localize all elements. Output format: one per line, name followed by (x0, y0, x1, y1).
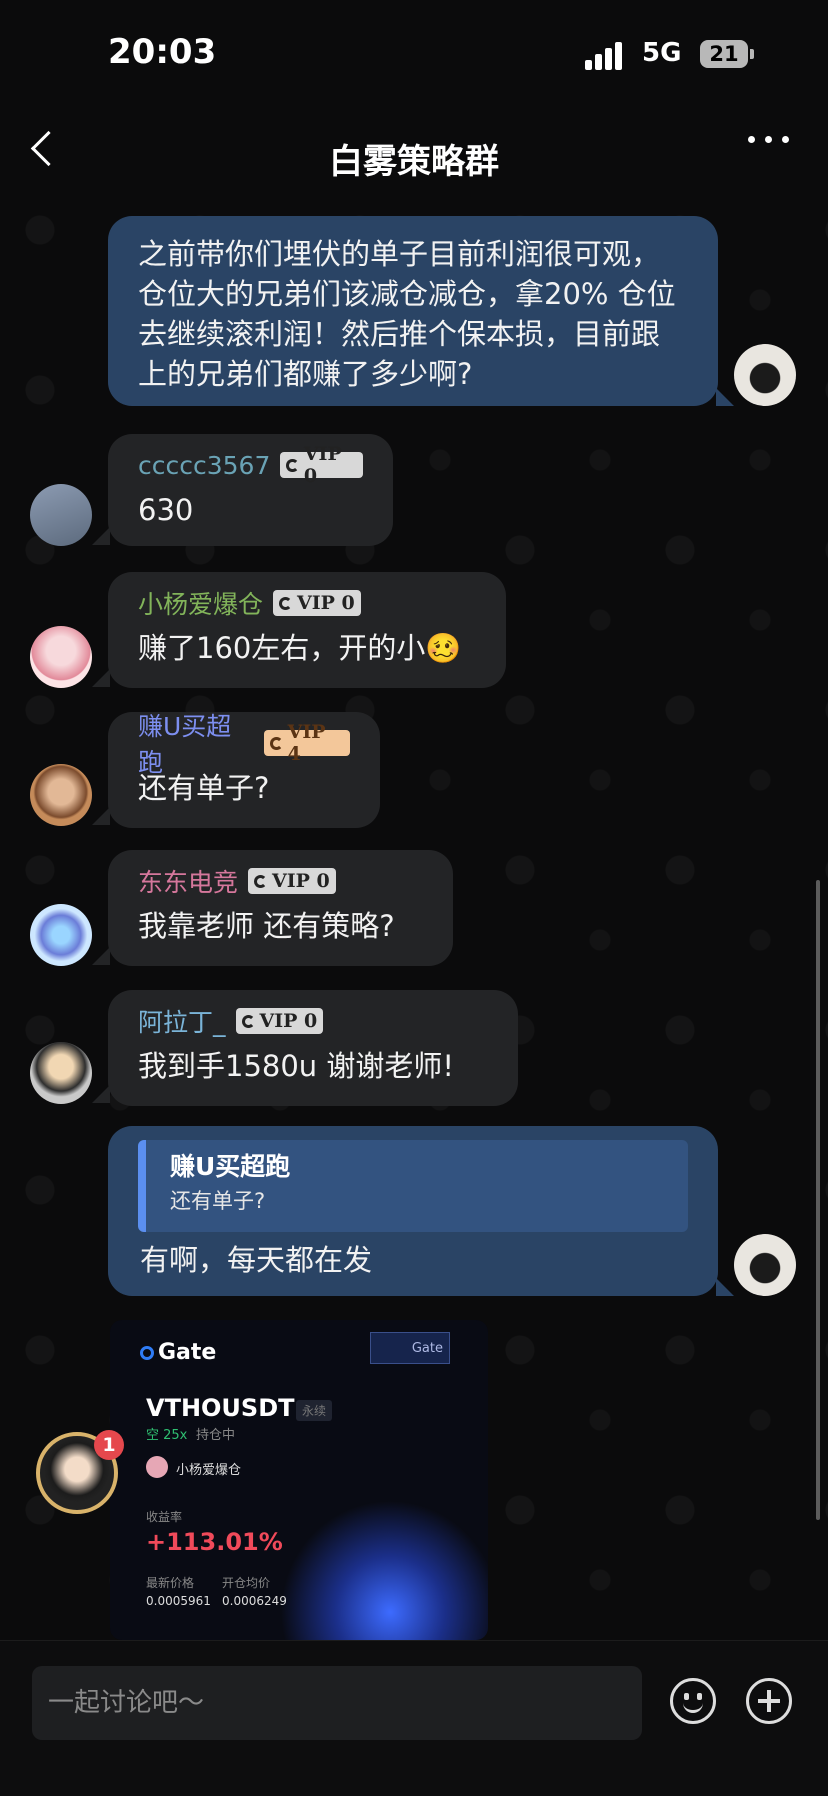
message-text: 我靠老师 还有策略? (138, 909, 395, 943)
battery-icon: 21 (700, 40, 754, 68)
position-status: 持仓中 (196, 1428, 236, 1443)
my-avatar[interactable] (734, 1234, 796, 1296)
add-icon[interactable] (746, 1678, 792, 1724)
sender-name[interactable]: ccccc3567 (138, 451, 270, 480)
bubble-tail (92, 527, 110, 545)
open-price-value: 0.0006249 (222, 1594, 287, 1608)
pair-tag: 永续 (296, 1400, 333, 1421)
vip-badge: VIP 4 (263, 721, 350, 765)
vip-icon (254, 874, 268, 888)
sender-name[interactable]: 小杨爱爆仓 (138, 585, 263, 621)
message-bubble[interactable]: 东东电竞 VIP 0 我靠老师 还有策略? (108, 850, 453, 966)
notification-badge: 1 (94, 1430, 124, 1460)
signal-icon (585, 40, 631, 70)
bubble-tail (92, 669, 110, 687)
bubble-tail (716, 1278, 734, 1296)
quote-text: 还有单子? (170, 1189, 266, 1213)
message-bubble[interactable]: ccccc3567 VIP 0 630 (108, 434, 393, 546)
position-side: 空 25x (146, 1428, 188, 1443)
my-avatar[interactable] (734, 344, 796, 406)
vip-icon (286, 458, 299, 472)
vip-badge: VIP 0 (248, 868, 336, 894)
scrollbar[interactable] (816, 880, 820, 1520)
gate-logo: Gate (140, 1340, 216, 1365)
bubble-tail (92, 1085, 110, 1103)
latest-price-value: 0.0005961 (146, 1594, 211, 1608)
page-title: 白雾策略群 (329, 142, 499, 182)
sender-line: 小杨爱爆仓 VIP 0 (138, 586, 476, 620)
avatar[interactable] (30, 904, 92, 966)
trading-pair: VTHOUSDT (146, 1394, 295, 1422)
bubble-tail (716, 388, 734, 406)
message-text: 赚了160左右，开的小🥴 (138, 631, 462, 665)
emoji-icon[interactable] (670, 1678, 716, 1724)
card-artwork (280, 1500, 488, 1640)
vip-badge: VIP 0 (280, 443, 363, 487)
card-badge: Gate (370, 1332, 450, 1364)
avatar[interactable] (30, 626, 92, 688)
message-text: 有啊，每天都在发 (140, 1243, 373, 1277)
vip-badge: VIP 0 (273, 590, 361, 616)
more-options-icon[interactable] (748, 136, 789, 143)
card-user-avatar (146, 1456, 168, 1478)
latest-price-label: 最新价格 (146, 1576, 195, 1590)
avatar[interactable] (30, 1042, 92, 1104)
roi-value: +113.01% (146, 1528, 283, 1556)
message-bubble[interactable]: 阿拉丁_ VIP 0 我到手1580u 谢谢老师! (108, 990, 518, 1106)
sender-line: ccccc3567 VIP 0 (138, 443, 363, 487)
quoted-message[interactable]: 赚U买超跑 还有单子? (138, 1140, 688, 1232)
message-bubble[interactable]: 赚U买超跑 VIP 4 还有单子? (108, 712, 380, 828)
open-price-label: 开仓均价 (222, 1576, 271, 1590)
vip-icon (241, 1014, 255, 1028)
gate-icon (140, 1345, 154, 1360)
sender-name[interactable]: 阿拉丁_ (138, 1003, 226, 1039)
card-user-name: 小杨爱爆仓 (176, 1463, 242, 1478)
sender-line: 赚U买超跑 VIP 4 (138, 712, 350, 777)
roi-label: 收益率 (146, 1510, 183, 1524)
message-text: 我到手1580u 谢谢老师! (138, 1049, 455, 1083)
status-time: 20:03 (108, 32, 217, 72)
avatar[interactable] (30, 764, 92, 826)
sender-line: 东东电竞 VIP 0 (138, 864, 423, 898)
message-bubble[interactable]: 之前带你们埋伏的单子目前利润很可观，仓位大的兄弟们该减仓减仓，拿20% 仓位去继… (108, 216, 718, 406)
bubble-tail (92, 807, 110, 825)
avatar[interactable] (30, 484, 92, 546)
vip-badge: VIP 0 (235, 1008, 324, 1034)
quote-sender: 赚U买超跑 (170, 1152, 291, 1181)
message-input[interactable] (32, 1666, 642, 1740)
sender-line: 阿拉丁_ VIP 0 (138, 1004, 488, 1038)
sender-name[interactable]: 东东电竞 (138, 863, 238, 899)
message-text: 还有单子? (138, 771, 270, 805)
trade-card-image[interactable]: Gate Gate VTHOUSDT 永续 空 25x 持仓中 小杨爱爆仓 收益… (110, 1320, 488, 1640)
network-type: 5G (642, 38, 682, 68)
vip-icon (279, 596, 293, 610)
vip-icon (269, 736, 283, 750)
message-text: 之前带你们埋伏的单子目前利润很可观，仓位大的兄弟们该减仓减仓，拿20% 仓位去继… (138, 237, 676, 391)
message-text: 630 (138, 493, 194, 527)
bubble-tail (92, 947, 110, 965)
message-bubble[interactable]: 小杨爱爆仓 VIP 0 赚了160左右，开的小🥴 (108, 572, 506, 688)
